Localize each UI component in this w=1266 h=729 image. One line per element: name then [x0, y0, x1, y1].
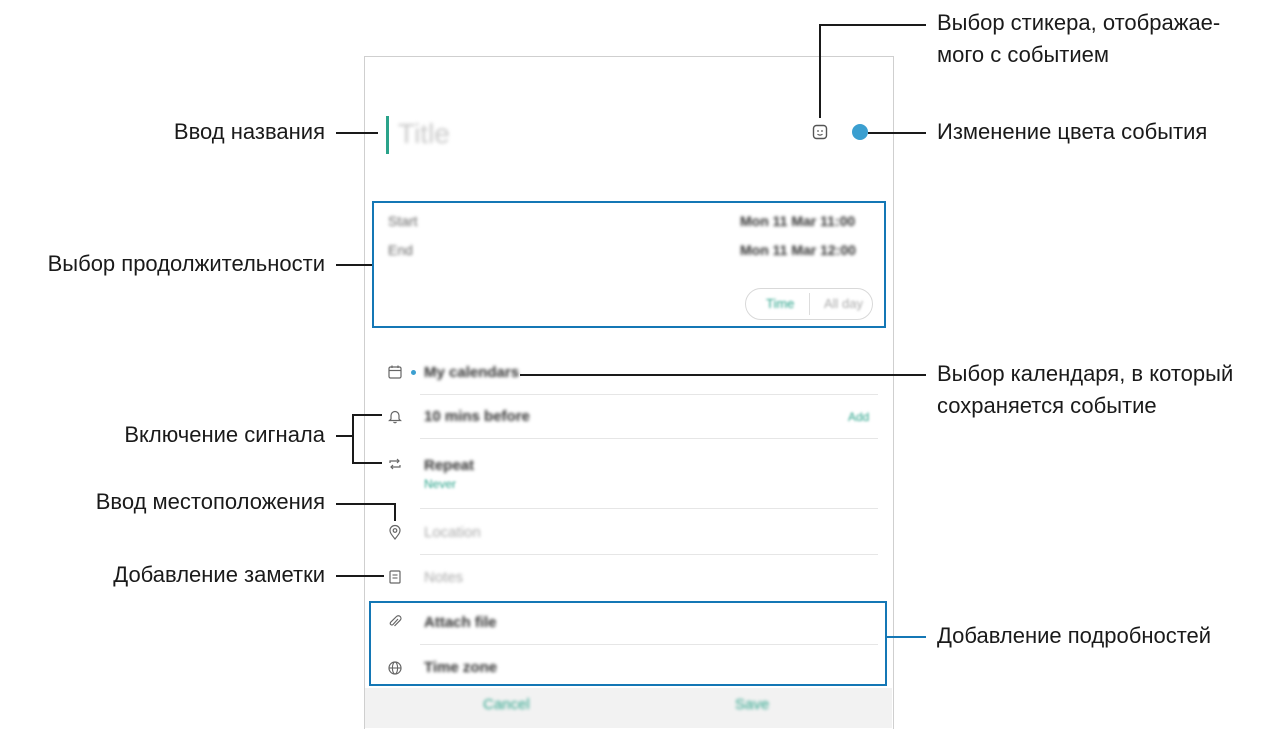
callout-sticker-line1: Выбор стикера, отображае-	[937, 10, 1221, 35]
leader-line	[868, 132, 926, 134]
sticker-icon[interactable]	[812, 124, 828, 140]
leader-line	[336, 132, 378, 134]
calendar-select[interactable]: My calendars	[424, 364, 519, 381]
bracket-line	[352, 414, 354, 464]
divider	[420, 394, 878, 395]
divider	[420, 438, 878, 439]
notes-input[interactable]: Notes	[424, 569, 463, 586]
details-highlight	[369, 601, 887, 686]
leader-line	[520, 374, 926, 376]
title-cursor	[386, 116, 389, 154]
leader-line	[336, 264, 372, 266]
divider	[420, 508, 878, 509]
notes-icon	[389, 570, 401, 584]
repeat-icon	[389, 458, 401, 470]
reminder-add-button[interactable]: Add	[848, 410, 869, 424]
cancel-button[interactable]: Cancel	[483, 696, 530, 713]
calendar-color-dot	[411, 370, 416, 375]
title-input[interactable]: Title	[398, 118, 450, 150]
leader-line	[819, 24, 821, 118]
callout-location: Ввод местоположения	[95, 489, 325, 514]
bottom-action-bar: Cancel Save	[365, 688, 892, 728]
repeat-label[interactable]: Repeat	[424, 457, 474, 474]
calendar-icon	[388, 365, 402, 379]
repeat-value: Never	[424, 477, 457, 491]
divider	[420, 554, 878, 555]
callout-calendar-line1: Выбор календаря, в который	[937, 361, 1234, 386]
leader-line	[336, 575, 384, 577]
save-button[interactable]: Save	[735, 696, 769, 713]
leader-line	[394, 503, 396, 521]
callout-note: Добавление заметки	[113, 562, 325, 587]
leader-line	[820, 24, 926, 26]
callout-duration: Выбор продолжительности	[47, 251, 325, 276]
bell-icon	[388, 410, 402, 424]
location-input[interactable]: Location	[424, 524, 481, 541]
leader-line	[352, 462, 382, 464]
duration-highlight	[372, 201, 886, 328]
reminder-value[interactable]: 10 mins before	[424, 408, 530, 425]
leader-line	[887, 636, 926, 638]
leader-line	[352, 414, 382, 416]
location-pin-icon	[389, 524, 401, 540]
callout-color: Изменение цвета события	[937, 119, 1208, 144]
event-color-button[interactable]	[852, 124, 868, 140]
leader-line	[336, 435, 353, 437]
callout-details: Добавление подробностей	[937, 623, 1212, 648]
callout-alarm: Включение сигнала	[124, 422, 325, 447]
callout-calendar-line2: сохраняется событие	[937, 393, 1157, 418]
callout-sticker-line2: мого с событием	[937, 42, 1109, 67]
leader-line	[336, 503, 396, 505]
callout-title: Ввод названия	[173, 119, 325, 144]
